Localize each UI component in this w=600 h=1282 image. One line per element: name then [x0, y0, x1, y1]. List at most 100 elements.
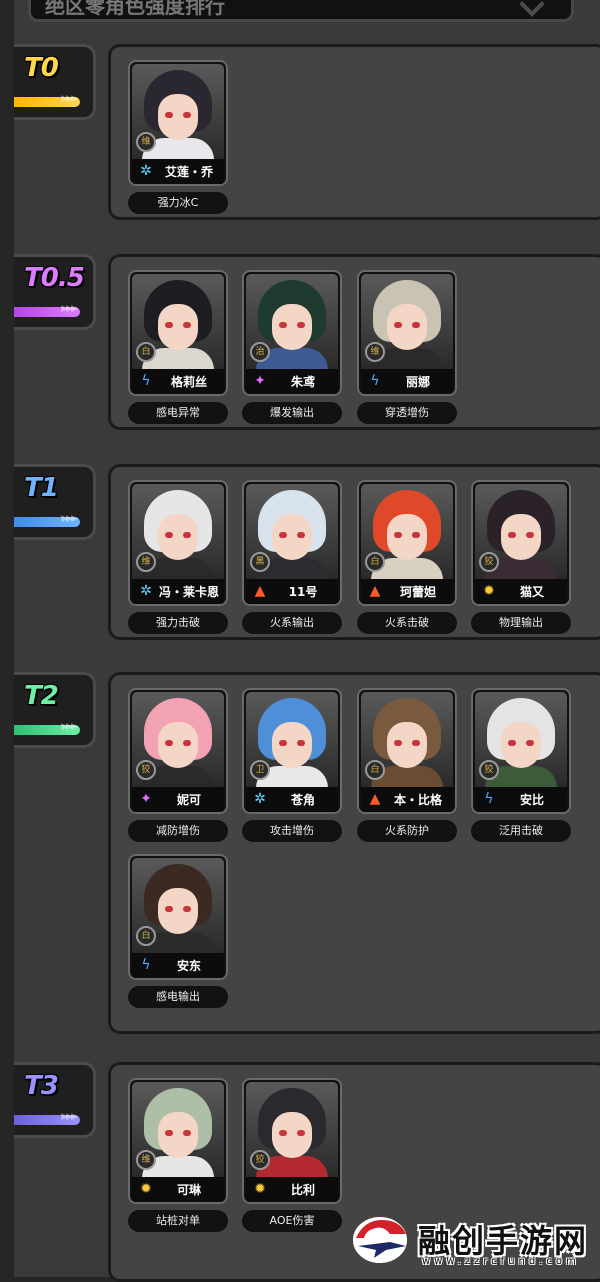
element-icon: ϟ: [484, 791, 494, 807]
name-strip: 狡 ✹ 比利: [246, 1150, 338, 1202]
element-icon: ✹: [483, 583, 495, 599]
tier-label: T3: [24, 1071, 59, 1101]
name-strip: 白 ▲ 珂蕾妲: [361, 552, 453, 604]
role-tag: 火系防护: [357, 820, 457, 842]
faction-icon: 维: [136, 552, 156, 572]
role-tag: 站桩对单: [128, 1210, 228, 1232]
faction-icon: 卫: [250, 760, 270, 780]
element-icon: ✲: [140, 163, 152, 179]
element-icon: ▲: [369, 583, 381, 599]
tier-label: T1: [24, 473, 59, 503]
role-tag: 感电输出: [128, 986, 228, 1008]
character-portrait[interactable]: 黑 ▲ 11号: [242, 480, 342, 606]
tier-tab: T2: [14, 672, 96, 748]
character-name: 丽娜: [405, 375, 430, 389]
character-portrait[interactable]: 白 ϟ 安东: [128, 854, 228, 980]
tier-color-bar: [14, 304, 80, 317]
page-title: 绝区零角色强度排行: [45, 0, 225, 18]
element-icon: ✹: [140, 1181, 152, 1197]
tier-label: T0.5: [24, 263, 85, 293]
watermark-domain: www.zzrcfund.com: [422, 1256, 580, 1267]
role-tag: 泛用击破: [471, 820, 571, 842]
name-strip: 白 ϟ 安东: [132, 926, 224, 978]
page-title-banner: 绝区零角色强度排行: [28, 0, 574, 22]
faction-icon: 白: [136, 342, 156, 362]
character-portrait[interactable]: 维 ✹ 可琳: [128, 1078, 228, 1204]
character-name: 猫又: [519, 585, 544, 599]
character-name: 可琳: [176, 1183, 201, 1197]
name-strip: 狡 ϟ 安比: [475, 760, 567, 812]
name-strip: 维 ✲ 艾莲・乔: [132, 132, 224, 184]
character-portrait[interactable]: 治 ✦ 朱鸢: [242, 270, 342, 396]
tier-tab: T0.5: [14, 254, 96, 330]
character-portrait[interactable]: 白 ▲ 本・比格: [357, 688, 457, 814]
element-icon: ϟ: [370, 373, 380, 389]
character-portrait[interactable]: 白 ϟ 格莉丝: [128, 270, 228, 396]
faction-icon: 白: [365, 760, 385, 780]
faction-icon: 白: [365, 552, 385, 572]
character-name: 冯・莱卡恩: [158, 585, 219, 599]
tier-label: T0: [24, 53, 59, 83]
role-tag: AOE伤害: [242, 1210, 342, 1232]
character-portrait[interactable]: 白 ▲ 珂蕾妲: [357, 480, 457, 606]
element-icon: ✦: [140, 791, 152, 807]
character-name: 安比: [519, 793, 544, 807]
element-icon: ✲: [254, 791, 266, 807]
role-tag: 强力击破: [128, 612, 228, 634]
chevron-down-icon[interactable]: [519, 0, 545, 17]
character-name: 本・比格: [393, 793, 442, 807]
character-name: 安东: [176, 959, 201, 973]
faction-icon: 白: [136, 926, 156, 946]
role-tag: 火系击破: [357, 612, 457, 634]
role-tag: 感电异常: [128, 402, 228, 424]
name-strip: 维 ✹ 可琳: [132, 1150, 224, 1202]
character-portrait[interactable]: 狡 ✹ 猫又: [471, 480, 571, 606]
element-icon: ϟ: [141, 957, 151, 973]
tier-tab: T0: [14, 44, 96, 120]
character-portrait[interactable]: 狡 ✦ 妮可: [128, 688, 228, 814]
element-icon: ✹: [254, 1181, 266, 1197]
character-portrait[interactable]: 维 ✲ 艾莲・乔: [128, 60, 228, 186]
character-portrait[interactable]: 维 ✲ 冯・莱卡恩: [128, 480, 228, 606]
tier-label: T2: [24, 681, 59, 711]
character-name: 比利: [290, 1183, 315, 1197]
role-tag: 物理输出: [471, 612, 571, 634]
character-portrait[interactable]: 狡 ϟ 安比: [471, 688, 571, 814]
name-strip: 卫 ✲ 苍角: [246, 760, 338, 812]
role-tag: 攻击增伤: [242, 820, 342, 842]
tier-color-bar: [14, 514, 80, 527]
element-icon: ▲: [254, 583, 266, 599]
name-strip: 狡 ✹ 猫又: [475, 552, 567, 604]
role-tag: 强力冰C: [128, 192, 228, 214]
role-tag: 减防增伤: [128, 820, 228, 842]
character-name: 珂蕾妲: [399, 585, 436, 599]
character-name: 苍角: [290, 793, 315, 807]
faction-icon: 黑: [250, 552, 270, 572]
role-tag: 穿透增伤: [357, 402, 457, 424]
faction-icon: 维: [365, 342, 385, 362]
element-icon: ϟ: [141, 373, 151, 389]
site-watermark: 融创手游网 www.zzrcfund.com: [346, 1212, 596, 1272]
name-strip: 白 ▲ 本・比格: [361, 760, 453, 812]
name-strip: 黑 ▲ 11号: [246, 552, 338, 604]
tier-color-bar: [14, 94, 80, 107]
role-tag: 爆发输出: [242, 402, 342, 424]
character-portrait[interactable]: 维 ϟ 丽娜: [357, 270, 457, 396]
character-name: 格莉丝: [170, 375, 207, 389]
name-strip: 白 ϟ 格莉丝: [132, 342, 224, 394]
character-portrait[interactable]: 卫 ✲ 苍角: [242, 688, 342, 814]
name-strip: 维 ✲ 冯・莱卡恩: [132, 552, 224, 604]
faction-icon: 维: [136, 132, 156, 152]
faction-icon: 狡: [479, 760, 499, 780]
character-name: 艾莲・乔: [164, 165, 213, 179]
faction-icon: 治: [250, 342, 270, 362]
faction-icon: 狡: [479, 552, 499, 572]
character-portrait[interactable]: 狡 ✹ 比利: [242, 1078, 342, 1204]
role-tag: 火系输出: [242, 612, 342, 634]
tier-color-bar: [14, 722, 80, 735]
character-name: 11号: [288, 585, 318, 599]
name-strip: 狡 ✦ 妮可: [132, 760, 224, 812]
faction-icon: 狡: [136, 760, 156, 780]
faction-icon: 狡: [250, 1150, 270, 1170]
tier-tab: T1: [14, 464, 96, 540]
